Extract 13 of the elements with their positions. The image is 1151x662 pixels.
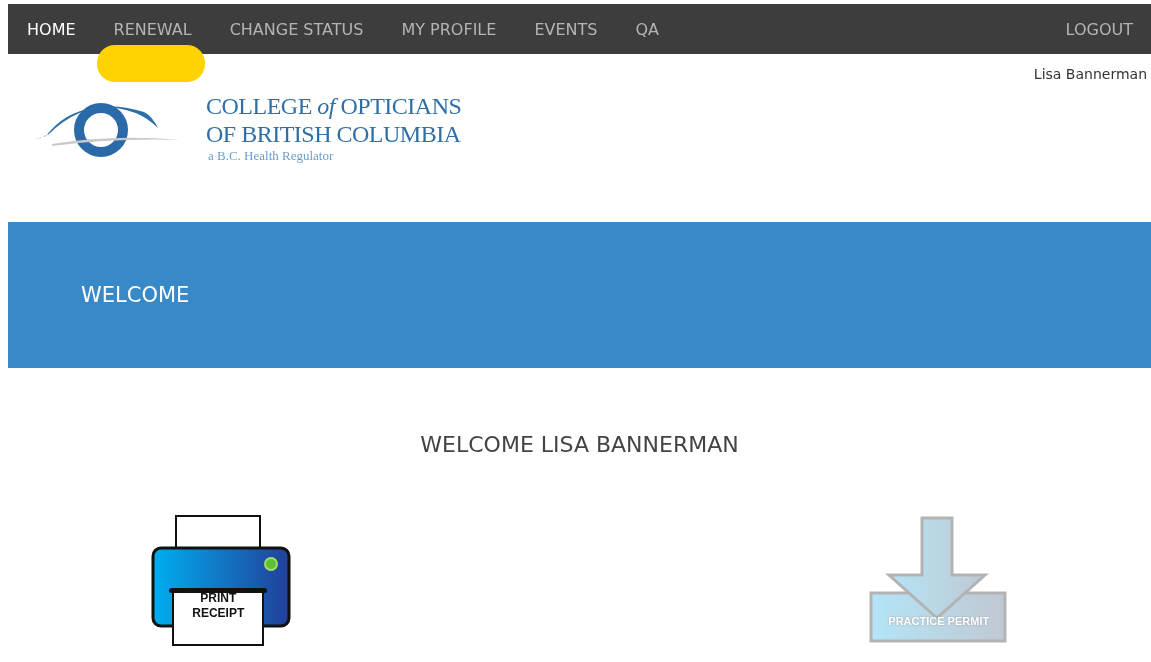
logo-title: OF BRITISH COLUMBIA xyxy=(206,120,462,148)
nav-link[interactable]: QA xyxy=(624,15,670,43)
logo-tagline: a B.C. Health Regulator xyxy=(207,148,335,164)
nav-link[interactable]: RENEWAL xyxy=(102,15,203,43)
logo-title: COLLEGE of OPTICIANS xyxy=(206,92,462,120)
welcome-heading: WELCOME LISA BANNERMAN xyxy=(419,432,740,457)
banner-title: WELCOME xyxy=(81,283,190,307)
nav-link[interactable]: EVENTS xyxy=(523,15,609,43)
nav-link[interactable]: MY PROFILE xyxy=(390,15,508,43)
logout-link[interactable]: LOGOUT xyxy=(1059,18,1139,40)
nav-link[interactable]: CHANGE STATUS xyxy=(218,15,375,43)
user-name: Lisa Bannerman xyxy=(1033,66,1147,82)
nav-link[interactable]: HOME xyxy=(16,15,87,43)
